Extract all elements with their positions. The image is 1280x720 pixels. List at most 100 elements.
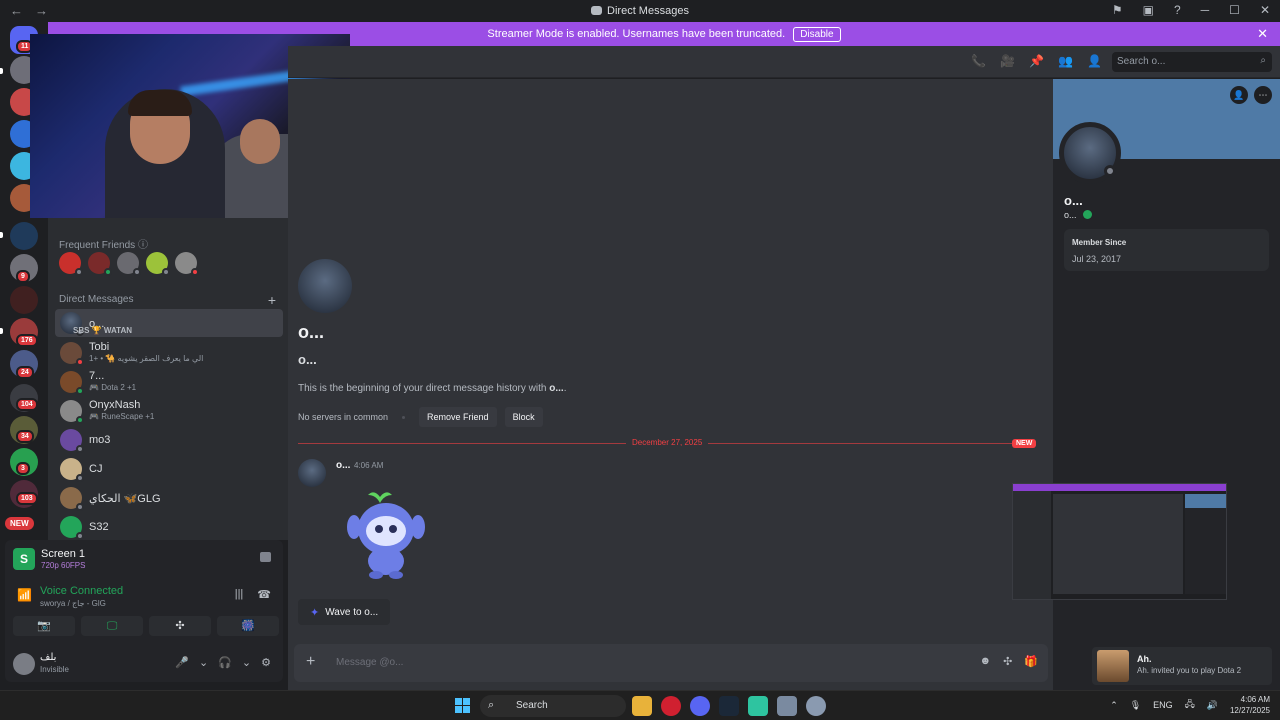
chevron-down-icon[interactable]: ⌄ [199, 656, 208, 669]
user-avatar[interactable] [13, 653, 35, 675]
status-dot [1104, 165, 1116, 177]
frequent-friends-label: Frequent Friends ⓘ [59, 236, 148, 251]
noise-suppression-icon[interactable]: ||| [235, 588, 244, 601]
preview-sidebar [1013, 491, 1051, 599]
screen-share-icon[interactable]: ▣ [1143, 3, 1154, 17]
volume-icon[interactable]: 🔊 [1207, 700, 1218, 711]
emoji-icon[interactable]: ☻ [980, 655, 992, 668]
inbox-flag-icon[interactable]: ⚑ [1112, 3, 1123, 17]
language-indicator[interactable]: ENG [1153, 700, 1173, 710]
friend-avatar[interactable] [59, 252, 83, 276]
add-friends-icon[interactable]: 👥 [1058, 54, 1073, 68]
settings-gear-icon[interactable]: ⚙ [261, 656, 271, 669]
stop-stream-icon[interactable] [260, 552, 271, 562]
camera-off-button[interactable]: 📷 [13, 616, 75, 636]
message-avatar[interactable] [298, 459, 326, 487]
taskbar-search-label: Search [516, 700, 548, 711]
friend-avatar[interactable] [88, 252, 112, 276]
microphone-icon[interactable]: 🎙 [1130, 700, 1141, 711]
disable-streamer-button[interactable]: Disable [793, 26, 841, 42]
voice-call-icon[interactable]: 📞 [971, 54, 986, 68]
dm-item[interactable]: o... SBS 🏆 WATAN [55, 309, 283, 337]
game-invite-toast[interactable]: Ah. Ah. invited you to play Dota 2 [1092, 647, 1272, 685]
create-dm-icon[interactable]: + [268, 292, 276, 308]
soundboard-button[interactable]: 🎆 [217, 616, 279, 636]
status-dot [76, 387, 84, 395]
member-since-label: Member Since [1072, 238, 1127, 247]
activities-button[interactable]: ✣ [149, 616, 211, 636]
dm-item[interactable]: 7... 🎮 Dota 2 +1 [55, 368, 283, 396]
new-servers-badge[interactable]: NEW [5, 517, 34, 530]
badge-icon[interactable] [1082, 210, 1092, 219]
opera-icon[interactable] [661, 696, 681, 716]
apps-icon[interactable]: ✣ [1003, 655, 1012, 668]
settings-icon[interactable] [806, 696, 826, 716]
server-icon[interactable] [10, 222, 38, 250]
attach-plus-icon[interactable]: + [306, 653, 315, 671]
voice-status[interactable]: Voice Connected [40, 585, 123, 597]
voice-channel[interactable]: sworya / جاج - GlG [40, 599, 106, 608]
disconnect-icon[interactable]: ☎ [257, 588, 271, 601]
frequent-friends-text: Frequent Friends [59, 240, 136, 251]
server-badge: 103 [16, 492, 38, 505]
more-options-icon[interactable]: ⋯ [1254, 86, 1272, 104]
help-icon[interactable]: ? [1174, 3, 1181, 17]
discord-icon[interactable] [690, 696, 710, 716]
gift-icon[interactable]: 🎁 [1024, 655, 1038, 668]
maximize-button[interactable]: ☐ [1229, 3, 1240, 17]
message-composer[interactable]: + Message @o... ☻ ✣ 🎁 [294, 644, 1048, 682]
camera-icon[interactable] [777, 696, 797, 716]
profile-avatar[interactable] [1059, 122, 1121, 184]
dm-icon [591, 6, 603, 15]
direct-messages-label: Direct Messages [59, 294, 134, 305]
overlay-text: SBS 🏆 WATAN [73, 326, 132, 335]
user-name[interactable]: بلف [40, 652, 56, 663]
new-messages-tag: NEW [1012, 439, 1037, 448]
dm-item[interactable]: CJ [55, 455, 283, 483]
add-friend-icon[interactable]: 👤 [1230, 86, 1248, 104]
stream-preview[interactable] [1012, 483, 1227, 600]
clock-date: 12/27/2025 [1229, 706, 1270, 715]
voice-connection-panel: 📶 Voice Connected sworya / جاج - GlG |||… [5, 580, 283, 644]
file-explorer-icon[interactable] [632, 696, 652, 716]
search-input[interactable]: Search o... ⌕ [1112, 52, 1272, 72]
message-input[interactable]: Message @o... [336, 657, 403, 668]
clock[interactable]: 4:06 AM 12/27/2025 [1230, 694, 1270, 716]
video-call-icon[interactable]: 🎥 [1000, 54, 1015, 68]
signal-icon[interactable]: 📶 [17, 588, 32, 602]
dm-item[interactable]: الحكاي 🦋GLG [55, 484, 283, 512]
friend-avatar[interactable] [117, 252, 141, 276]
minimize-button[interactable]: ─ [1201, 3, 1210, 17]
dm-item[interactable]: OnyxNash 🎮 RuneScape +1 [55, 397, 283, 425]
dm-avatar [60, 458, 84, 482]
wave-button[interactable]: ✦ Wave to o... [298, 599, 391, 625]
voice-action-buttons: 📷 🖵 ✣ 🎆 [13, 616, 279, 636]
close-window-button[interactable]: ✕ [1260, 3, 1270, 17]
chevron-down-icon[interactable]: ⌄ [242, 656, 251, 669]
chevron-up-icon[interactable]: ⌃ [1110, 700, 1118, 711]
block-button[interactable]: Block [504, 407, 543, 427]
remove-friend-button[interactable]: Remove Friend [419, 407, 497, 427]
dm-item[interactable]: Tobi الي ما يعرف الصقر يشويه 🐪 • +1 [55, 339, 283, 367]
dm-avatar [60, 429, 84, 453]
friend-avatar[interactable] [175, 252, 199, 276]
message-author[interactable]: o... [336, 460, 350, 471]
recipient-username: o... [298, 352, 317, 367]
server-icon[interactable] [10, 286, 38, 314]
pinned-messages-icon[interactable]: 📌 [1029, 54, 1044, 68]
share-screen-button[interactable]: 🖵 [81, 616, 143, 636]
search-icon: ⌕ [488, 699, 495, 711]
headphones-icon[interactable]: 🎧 [218, 656, 232, 669]
recipient-avatar[interactable] [298, 259, 352, 313]
start-button[interactable] [455, 698, 470, 713]
dm-item[interactable]: mo3 [55, 426, 283, 454]
friend-avatar[interactable] [146, 252, 170, 276]
app-icon[interactable] [748, 696, 768, 716]
dm-item[interactable]: S32 [55, 513, 283, 541]
user-profile-icon[interactable]: 👤 [1087, 54, 1102, 68]
network-icon[interactable]: 🖧 [1185, 697, 1195, 713]
close-banner-icon[interactable]: ✕ [1257, 26, 1268, 42]
microphone-icon[interactable]: 🎤 [175, 656, 189, 669]
steam-icon[interactable] [719, 696, 739, 716]
taskbar-search[interactable]: ⌕ Search [480, 695, 626, 717]
